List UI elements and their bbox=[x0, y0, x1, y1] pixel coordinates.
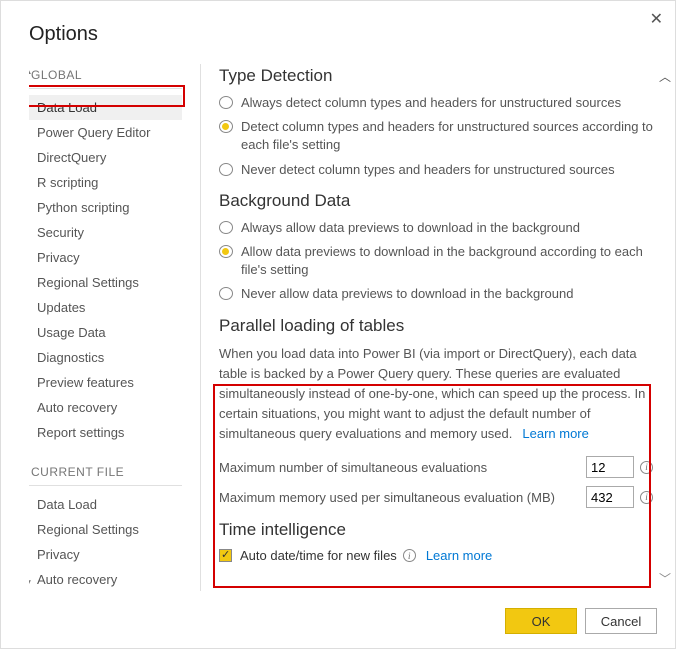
sidebar-item-data-load[interactable]: Data Load bbox=[29, 95, 182, 120]
cancel-button[interactable]: Cancel bbox=[585, 608, 657, 634]
page-title: Options bbox=[1, 1, 675, 64]
group-title-type-detection: Type Detection bbox=[219, 66, 653, 86]
radio-row[interactable]: Never detect column types and headers fo… bbox=[219, 161, 653, 179]
sidebar-item-power-query-editor[interactable]: Power Query Editor bbox=[29, 120, 182, 145]
group-title-parallel: Parallel loading of tables bbox=[219, 316, 653, 336]
group-title-time-intelligence: Time intelligence bbox=[219, 520, 653, 540]
radio-icon[interactable] bbox=[219, 221, 233, 234]
checkbox-label: Auto date/time for new files bbox=[240, 548, 397, 563]
radio-label: Always detect column types and headers f… bbox=[241, 94, 621, 112]
chevron-down-icon[interactable]: ▼ bbox=[29, 578, 33, 589]
radio-icon[interactable] bbox=[219, 287, 233, 300]
footer: OK Cancel bbox=[505, 608, 657, 634]
info-icon[interactable]: i bbox=[640, 461, 653, 474]
sidebar-item-cf-data-load[interactable]: Data Load bbox=[29, 492, 182, 517]
group-title-background-data: Background Data bbox=[219, 191, 653, 211]
sidebar-item-diagnostics[interactable]: Diagnostics bbox=[29, 345, 182, 370]
radio-row[interactable]: Allow data previews to download in the b… bbox=[219, 243, 653, 279]
radio-label: Detect column types and headers for unst… bbox=[241, 118, 653, 154]
parallel-description: When you load data into Power BI (via im… bbox=[219, 344, 653, 445]
max-evaluations-input[interactable] bbox=[586, 456, 634, 478]
radio-icon[interactable] bbox=[219, 245, 233, 258]
radio-icon[interactable] bbox=[219, 96, 233, 109]
sidebar-item-report-settings[interactable]: Report settings bbox=[29, 420, 182, 445]
sidebar-item-regional-settings[interactable]: Regional Settings bbox=[29, 270, 182, 295]
close-icon[interactable]: ✕ bbox=[650, 9, 663, 29]
ok-button[interactable]: OK bbox=[505, 608, 577, 634]
radio-row[interactable]: Detect column types and headers for unst… bbox=[219, 118, 653, 154]
sidebar-header-current-file: CURRENT FILE bbox=[29, 461, 182, 486]
radio-row[interactable]: Always detect column types and headers f… bbox=[219, 94, 653, 112]
check-row: Auto date/time for new files i Learn mor… bbox=[219, 548, 653, 563]
checkbox-icon[interactable] bbox=[219, 549, 232, 562]
sidebar-header-global: GLOBAL bbox=[29, 64, 182, 89]
field-label: Maximum memory used per simultaneous eva… bbox=[219, 490, 586, 505]
sidebar-item-cf-auto-recovery[interactable]: Auto recovery bbox=[29, 567, 182, 591]
radio-label: Never detect column types and headers fo… bbox=[241, 161, 615, 179]
sidebar-item-r-scripting[interactable]: R scripting bbox=[29, 170, 182, 195]
field-row: Maximum number of simultaneous evaluatio… bbox=[219, 456, 653, 478]
radio-icon[interactable] bbox=[219, 120, 233, 133]
content: ▲ GLOBAL Data Load Power Query Editor Di… bbox=[1, 64, 675, 591]
sidebar: ▲ GLOBAL Data Load Power Query Editor Di… bbox=[29, 64, 201, 591]
radio-row[interactable]: Always allow data previews to download i… bbox=[219, 219, 653, 237]
info-icon[interactable]: i bbox=[640, 491, 653, 504]
sidebar-item-updates[interactable]: Updates bbox=[29, 295, 182, 320]
radio-label: Allow data previews to download in the b… bbox=[241, 243, 653, 279]
sidebar-item-usage-data[interactable]: Usage Data bbox=[29, 320, 182, 345]
sidebar-item-directquery[interactable]: DirectQuery bbox=[29, 145, 182, 170]
chevron-up-icon[interactable]: ▲ bbox=[29, 66, 33, 77]
learn-more-link[interactable]: Learn more bbox=[522, 426, 588, 441]
chevron-up-icon[interactable]: ︿ bbox=[659, 68, 671, 85]
field-row: Maximum memory used per simultaneous eva… bbox=[219, 486, 653, 508]
radio-label: Always allow data previews to download i… bbox=[241, 219, 580, 237]
info-icon[interactable]: i bbox=[403, 549, 416, 562]
sidebar-item-privacy[interactable]: Privacy bbox=[29, 245, 182, 270]
radio-label: Never allow data previews to download in… bbox=[241, 285, 573, 303]
sidebar-item-auto-recovery[interactable]: Auto recovery bbox=[29, 395, 182, 420]
max-memory-input[interactable] bbox=[586, 486, 634, 508]
sidebar-item-security[interactable]: Security bbox=[29, 220, 182, 245]
sidebar-item-python-scripting[interactable]: Python scripting bbox=[29, 195, 182, 220]
field-label: Maximum number of simultaneous evaluatio… bbox=[219, 460, 586, 475]
chevron-down-icon[interactable]: ﹀ bbox=[659, 570, 671, 587]
main-panel: ︿ Type Detection Always detect column ty… bbox=[201, 64, 675, 591]
radio-row[interactable]: Never allow data previews to download in… bbox=[219, 285, 653, 303]
radio-icon[interactable] bbox=[219, 163, 233, 176]
sidebar-item-cf-privacy[interactable]: Privacy bbox=[29, 542, 182, 567]
learn-more-link[interactable]: Learn more bbox=[426, 548, 492, 563]
sidebar-item-cf-regional-settings[interactable]: Regional Settings bbox=[29, 517, 182, 542]
sidebar-item-preview-features[interactable]: Preview features bbox=[29, 370, 182, 395]
